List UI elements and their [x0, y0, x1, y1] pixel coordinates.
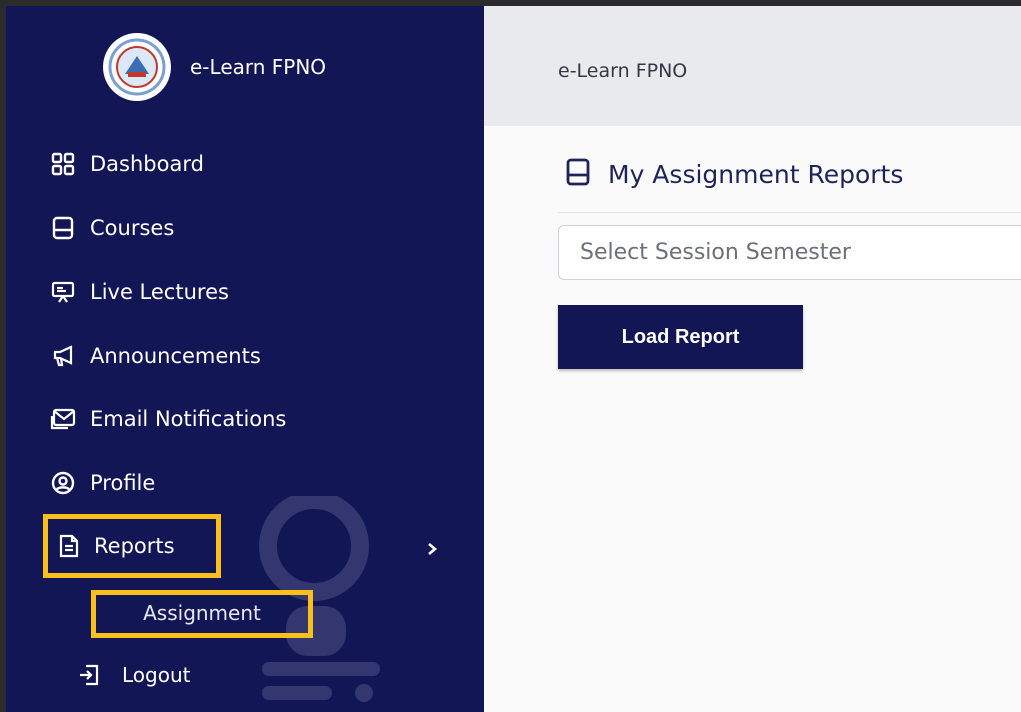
sidebar-item-label: Email Notifications	[90, 407, 287, 431]
sidebar-item-label: Live Lectures	[90, 280, 229, 304]
submenu-item-assignment[interactable]: Assignment	[91, 590, 313, 636]
sidebar-item-dashboard[interactable]: Dashboard	[50, 151, 204, 177]
sidebar-item-announcements[interactable]: Announcements	[50, 343, 261, 369]
sidebar-item-courses[interactable]: Courses	[50, 215, 174, 241]
page-title: My Assignment Reports	[608, 159, 904, 189]
chevron-right-icon[interactable]	[426, 541, 438, 557]
topbar-title: e-Learn FPNO	[558, 60, 688, 82]
book-icon	[566, 158, 590, 190]
load-report-button[interactable]: Load Report	[558, 305, 803, 369]
sidebar-item-profile[interactable]: Profile	[50, 470, 155, 496]
page-header: My Assignment Reports	[566, 158, 903, 190]
sidebar-item-label: Dashboard	[90, 152, 204, 176]
sidebar-item-label: Reports	[94, 534, 175, 558]
sidebar-item-label: Courses	[90, 216, 175, 240]
divider	[558, 212, 1021, 213]
seal-logo-icon	[108, 38, 166, 96]
sidebar-item-live-lectures[interactable]: Live Lectures	[50, 279, 229, 305]
sidebar: e-Learn FPNO Dashboard Courses Live Lect…	[6, 6, 484, 712]
sidebar-item-label: Logout	[122, 663, 191, 687]
sidebar-item-label: Announcements	[90, 344, 261, 368]
book-icon	[50, 215, 76, 241]
envelope-icon	[50, 406, 76, 432]
sidebar-item-logout[interactable]: Logout	[76, 662, 190, 688]
report-document-icon	[56, 533, 82, 559]
session-semester-select[interactable]: Select Session Semester	[558, 225, 1021, 280]
logout-icon	[76, 662, 102, 688]
sidebar-item-reports[interactable]: Reports	[56, 533, 175, 559]
user-circle-icon	[50, 470, 76, 496]
dashboard-grid-icon	[50, 151, 76, 177]
presentation-board-icon	[50, 279, 76, 305]
institution-logo	[103, 33, 171, 101]
main-content: My Assignment Reports Select Session Sem…	[484, 126, 1021, 712]
brand[interactable]: e-Learn FPNO	[103, 33, 326, 101]
sidebar-item-label: Profile	[90, 471, 156, 495]
brand-name: e-Learn FPNO	[190, 55, 327, 79]
top-bar: e-Learn FPNO	[484, 6, 1021, 126]
sidebar-item-email-notifications[interactable]: Email Notifications	[50, 406, 286, 432]
megaphone-icon	[50, 343, 76, 369]
select-placeholder: Select Session Semester	[580, 240, 851, 265]
